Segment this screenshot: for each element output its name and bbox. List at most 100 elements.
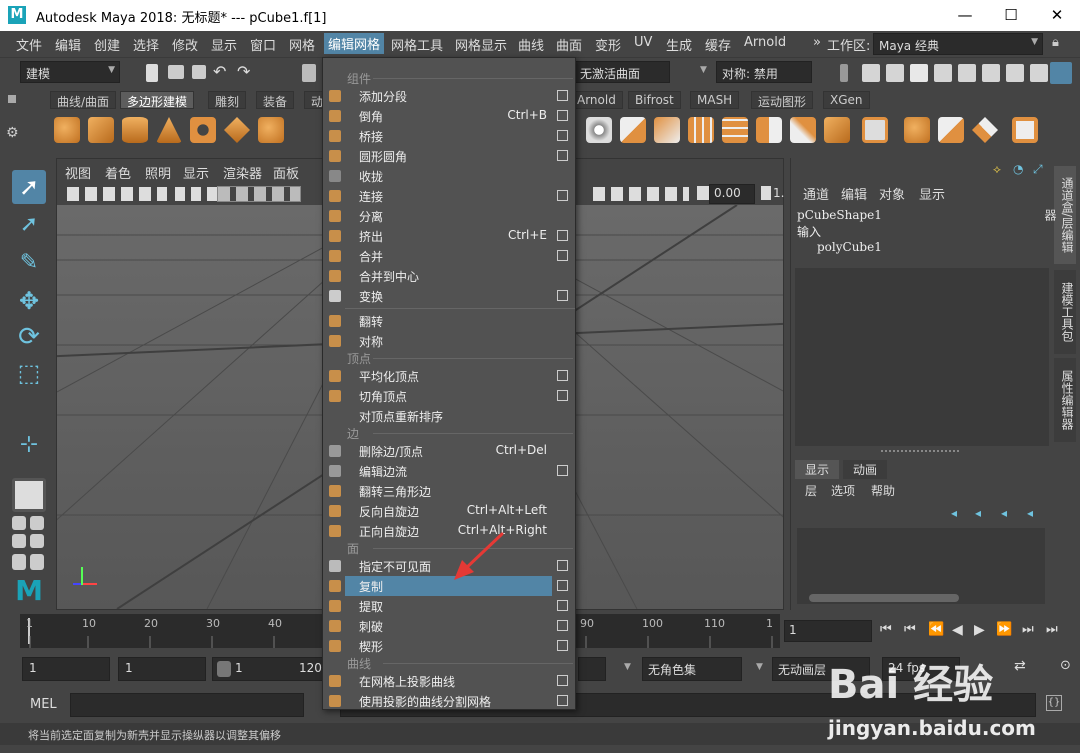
viewport-menu-panels[interactable]: 面板 (273, 163, 299, 182)
minimize-button[interactable]: — (942, 0, 988, 31)
go-to-end-icon[interactable]: ⏭ (1046, 622, 1058, 637)
render-view-icon[interactable] (862, 64, 880, 82)
connect-icon[interactable] (938, 117, 964, 143)
cb-menu-channels[interactable]: 通道 (803, 184, 829, 203)
lasso-tool-icon[interactable]: ➚ (12, 208, 46, 242)
persp-graph-layout-icon[interactable] (12, 534, 26, 548)
separate-icon[interactable] (654, 117, 680, 143)
shelf-tab-xgen[interactable]: XGen (823, 91, 870, 109)
poly-disc-icon[interactable] (258, 117, 284, 143)
lock-icon[interactable]: 🔒︎ (1052, 35, 1059, 50)
layer-menu-options[interactable]: 选项 (831, 482, 855, 499)
live-surface-field[interactable]: 无激活曲面 (574, 61, 670, 83)
poly-sphere-icon[interactable] (54, 117, 80, 143)
step-forward-key-icon[interactable]: ⏭ (1022, 622, 1034, 637)
channel-list-area[interactable] (795, 268, 1049, 446)
render-settings-icon[interactable] (934, 64, 952, 82)
exposure-field[interactable]: 0.00 (709, 184, 755, 204)
menu-item-edit-edge-flow[interactable]: 编辑边流 (323, 461, 575, 481)
menu-deform[interactable]: 变形 (595, 35, 621, 54)
menu-mesh-display[interactable]: 网格显示 (455, 35, 507, 54)
option-box[interactable] (557, 580, 568, 591)
four-view-layout-icon[interactable] (12, 516, 26, 530)
last-tool-icon[interactable]: ⊹ (12, 428, 46, 462)
menu-arnold[interactable]: Arnold (744, 35, 786, 50)
modeling-toolkit-icon[interactable] (958, 64, 976, 82)
menu-select[interactable]: 选择 (133, 35, 159, 54)
input-node-name[interactable]: polyCube1 (817, 240, 882, 254)
layer-tab-display[interactable]: 显示 (795, 460, 840, 479)
ipr-render-icon[interactable] (910, 64, 928, 82)
cb-menu-edit[interactable]: 编辑 (841, 184, 867, 203)
viewport-menu-shading[interactable]: 着色 (105, 163, 131, 182)
shelf-tab-sculpting[interactable]: 雕刻 (208, 91, 247, 109)
symmetry-dropdown[interactable]: 对称: 禁用 (716, 61, 812, 83)
viewport-menu-renderer[interactable]: 渲染器 (223, 163, 262, 182)
poly-torus-icon[interactable] (190, 117, 216, 143)
option-box[interactable] (557, 150, 568, 161)
range-bar[interactable]: 1 120 (212, 657, 324, 681)
option-box[interactable] (557, 465, 568, 476)
shading-modes-icon[interactable] (217, 186, 301, 202)
cb-menu-show[interactable]: 显示 (919, 184, 945, 203)
close-button[interactable]: ✕ (1034, 0, 1080, 31)
menu-mesh[interactable]: 网格 (289, 35, 315, 54)
play-backwards-icon[interactable]: ◀ (952, 622, 963, 638)
option-box[interactable] (557, 190, 568, 201)
menu-item-bridge[interactable]: 桥接 (323, 126, 575, 146)
character-set-dropdown[interactable]: 无角色集 (642, 657, 742, 681)
menu-create[interactable]: 创建 (94, 35, 120, 54)
menu-more[interactable]: » (813, 35, 821, 50)
layout-a-icon[interactable] (12, 554, 26, 570)
extrude-icon[interactable] (756, 117, 782, 143)
extract-icon[interactable] (688, 117, 714, 143)
menu-surfaces[interactable]: 曲面 (556, 35, 582, 54)
paint-select-tool-icon[interactable]: ✎ (12, 246, 46, 280)
step-back-frame-icon[interactable]: ⏪ (928, 622, 944, 637)
gear-icon[interactable]: ⚙ (6, 125, 19, 141)
channel-box-toggle-icon[interactable] (1050, 62, 1072, 84)
uv-editor-icon[interactable] (1012, 117, 1038, 143)
smooth-icon[interactable] (586, 117, 612, 143)
toggle-sidebar-icon[interactable] (840, 64, 848, 82)
multi-cut-icon[interactable] (862, 117, 888, 143)
gamma-field[interactable]: 1. (773, 186, 784, 200)
mirror-icon[interactable] (722, 117, 748, 143)
character-controls-icon[interactable] (982, 64, 1000, 82)
splitter-handle[interactable] (881, 450, 961, 452)
shelf-tab-poly-modeling[interactable]: 多边形建模 (120, 91, 195, 109)
side-tab-channel-box[interactable]: 通道盒/层编辑器 (1043, 166, 1076, 264)
menu-cache[interactable]: 缓存 (705, 35, 731, 54)
poly-cone-icon[interactable] (156, 117, 182, 143)
refresh-icon[interactable]: ◔ (1013, 162, 1023, 176)
menu-item-average-vertices[interactable]: 平均化顶点 (323, 366, 575, 386)
option-box[interactable] (557, 600, 568, 611)
menu-mesh-tools[interactable]: 网格工具 (391, 35, 443, 54)
command-input[interactable] (70, 693, 304, 717)
side-tab-modeling-toolkit[interactable]: 建模工具包 (1054, 270, 1076, 354)
viewport-menu-lighting[interactable]: 照明 (145, 163, 171, 182)
undo-icon[interactable]: ↶ (213, 62, 226, 81)
maximize-button[interactable]: ☐ (988, 0, 1034, 31)
combine-icon[interactable] (620, 117, 646, 143)
redo-icon[interactable]: ↷ (237, 62, 250, 81)
outliner-layout-icon[interactable] (30, 534, 44, 548)
poly-plane-icon[interactable] (224, 117, 250, 143)
viewport-menu-view[interactable]: 视图 (65, 163, 91, 182)
menu-file[interactable]: 文件 (16, 35, 42, 54)
menu-item-detach[interactable]: 分离 (323, 206, 575, 226)
bridge-icon[interactable] (790, 117, 816, 143)
menu-set-dropdown[interactable]: 建模 ▼ (20, 61, 120, 83)
step-back-key-icon[interactable]: ⏮ (904, 622, 916, 637)
target-weld-icon[interactable] (904, 117, 930, 143)
chevron-down-icon[interactable]: ▼ (756, 662, 763, 672)
command-language-toggle[interactable]: MEL (30, 697, 57, 712)
camera-tools-icon[interactable] (67, 187, 167, 201)
select-hierarchy-icon[interactable] (302, 64, 316, 82)
menu-item-circularize[interactable]: 圆形圆角 (323, 146, 575, 166)
menu-item-reorder-vertices[interactable]: 对顶点重新排序 (323, 406, 575, 426)
menu-item-poke[interactable]: 刺破 (323, 616, 575, 636)
new-layer-selected-icon[interactable]: ◂ (1027, 506, 1033, 520)
layer-menu-layers[interactable]: 层 (805, 482, 817, 499)
menu-modify[interactable]: 修改 (172, 35, 198, 54)
